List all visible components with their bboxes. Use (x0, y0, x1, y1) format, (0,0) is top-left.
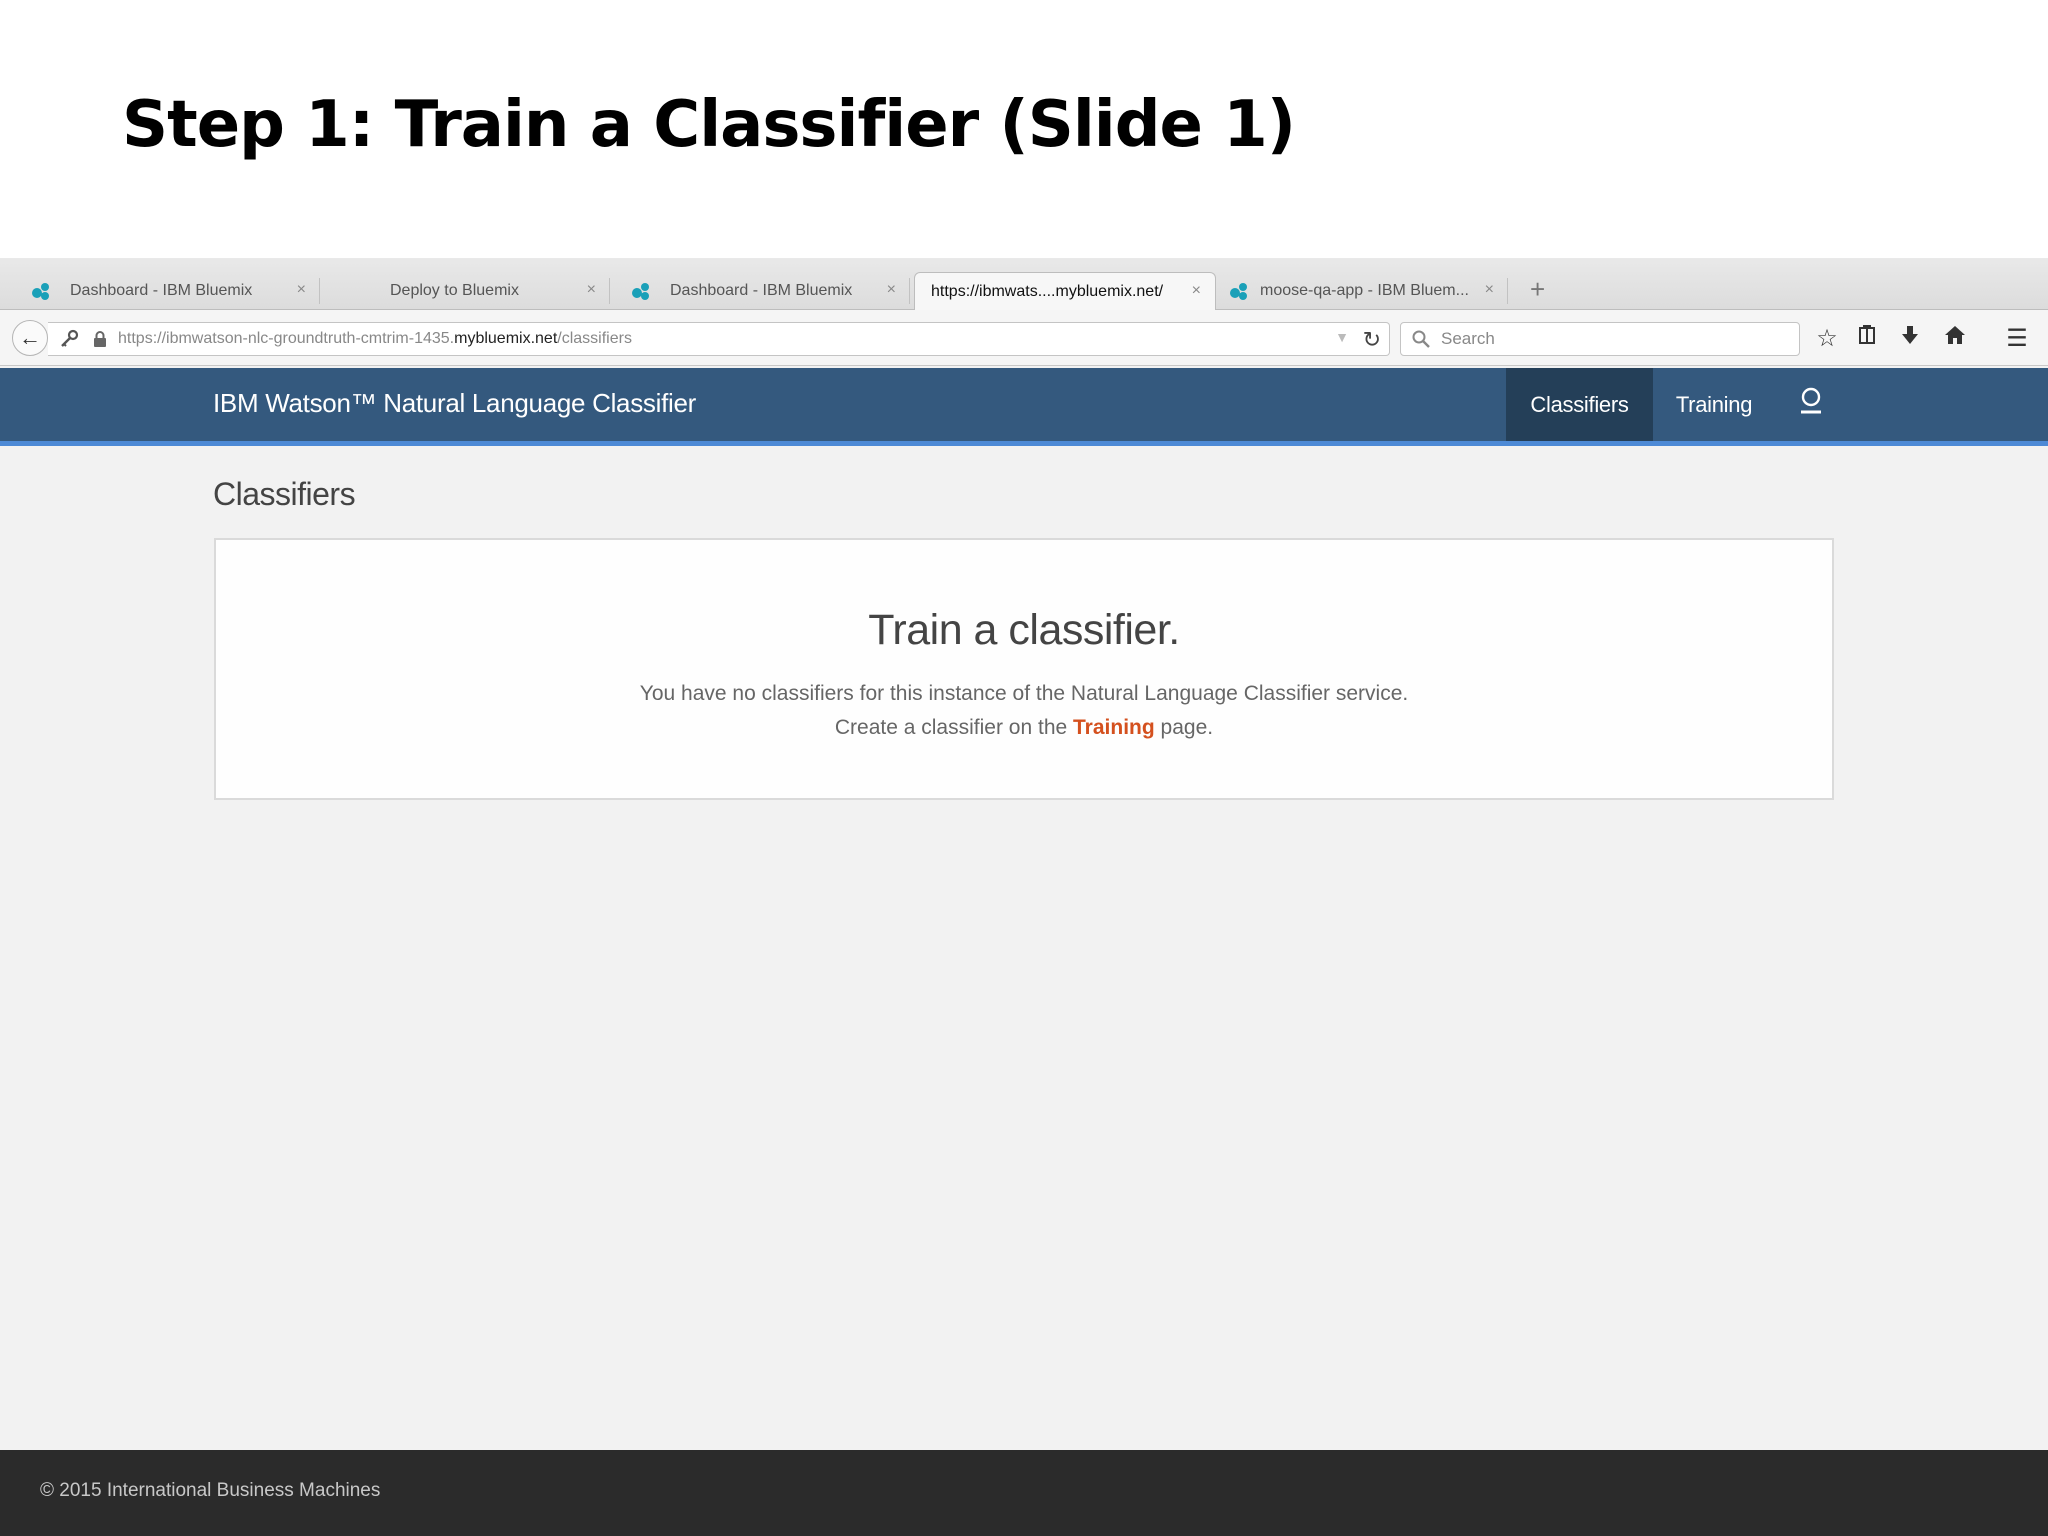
nav-classifiers[interactable]: Classifiers (1506, 368, 1653, 441)
app-title: IBM Watson™ Natural Language Classifier (213, 388, 696, 418)
reload-icon[interactable]: ↻ (1363, 327, 1381, 353)
page-title: Classifiers (213, 476, 356, 512)
app-header: IBM Watson™ Natural Language Classifier … (0, 368, 2048, 446)
browser-window: Dashboard - IBM Bluemix × Deploy to Blue… (0, 258, 2048, 1450)
empty-state-heading: Train a classifier. (868, 606, 1180, 654)
close-icon[interactable]: × (1192, 282, 1201, 300)
lock-icon (94, 331, 106, 347)
training-link[interactable]: Training (1073, 716, 1155, 739)
tab-label: moose-qa-app - IBM Bluem... (1260, 282, 1469, 299)
browser-tab[interactable]: Deploy to Bluemix × (320, 272, 610, 310)
url-text: https://ibmwatson-nlc-groundtruth-cmtrim… (118, 330, 632, 347)
home-icon[interactable] (1940, 324, 1970, 353)
copyright-text: © 2015 International Business Machines (40, 1480, 381, 1501)
slide-footer: © 2015 International Business Machines (0, 1450, 2048, 1536)
tab-label: Dashboard - IBM Bluemix (670, 282, 853, 299)
slide-title: Step 1: Train a Classifier (Slide 1) (122, 88, 1296, 162)
tab-strip: Dashboard - IBM Bluemix × Deploy to Blue… (0, 258, 2048, 310)
browser-tab[interactable]: Dashboard - IBM Bluemix × (620, 272, 910, 310)
bookmark-star-icon[interactable]: ☆ (1812, 324, 1842, 353)
close-icon[interactable]: × (887, 281, 896, 299)
tab-label: Dashboard - IBM Bluemix (70, 282, 253, 299)
bluemix-favicon-icon (1228, 280, 1250, 302)
back-arrow-icon[interactable]: ← (12, 320, 48, 356)
empty-state-message: You have no classifiers for this instanc… (639, 682, 1409, 705)
close-icon[interactable]: × (1485, 281, 1494, 299)
nav-training[interactable]: Training (1660, 368, 1768, 441)
close-icon[interactable]: × (297, 281, 306, 299)
tab-label: https://ibmwats....mybluemix.net/ (931, 282, 1164, 300)
tab-label: Deploy to Bluemix (390, 282, 519, 299)
url-bar[interactable]: https://ibmwatson-nlc-groundtruth-cmtrim… (48, 322, 1390, 356)
close-icon[interactable]: × (587, 281, 596, 299)
browser-toolbar: ← https://ibmwatson-nlc-groundtruth-cmtr… (0, 310, 2048, 366)
browser-tab-active[interactable]: https://ibmwats....mybluemix.net/ × (914, 272, 1216, 310)
bluemix-favicon-icon (30, 280, 52, 302)
download-icon[interactable] (1895, 324, 1925, 353)
browser-tab[interactable]: Dashboard - IBM Bluemix × (20, 272, 320, 310)
hamburger-menu-icon[interactable]: ☰ (2002, 324, 2032, 353)
empty-state-hint: Create a classifier on the Training page… (834, 716, 1214, 739)
search-icon (1412, 330, 1430, 348)
key-icon[interactable] (58, 328, 80, 350)
dropdown-arrow-icon[interactable]: ▼ (1335, 329, 1349, 345)
bluemix-favicon-icon (630, 280, 652, 302)
reading-list-icon[interactable] (1852, 324, 1882, 353)
search-placeholder: Search (1441, 329, 1495, 348)
user-icon[interactable] (1796, 386, 1826, 420)
new-tab-icon[interactable]: + (1530, 274, 1545, 305)
empty-state-card: Train a classifier. You have no classifi… (214, 538, 1834, 800)
browser-tab[interactable]: moose-qa-app - IBM Bluem... × (1218, 272, 1508, 310)
search-input[interactable]: Search (1400, 322, 1800, 356)
